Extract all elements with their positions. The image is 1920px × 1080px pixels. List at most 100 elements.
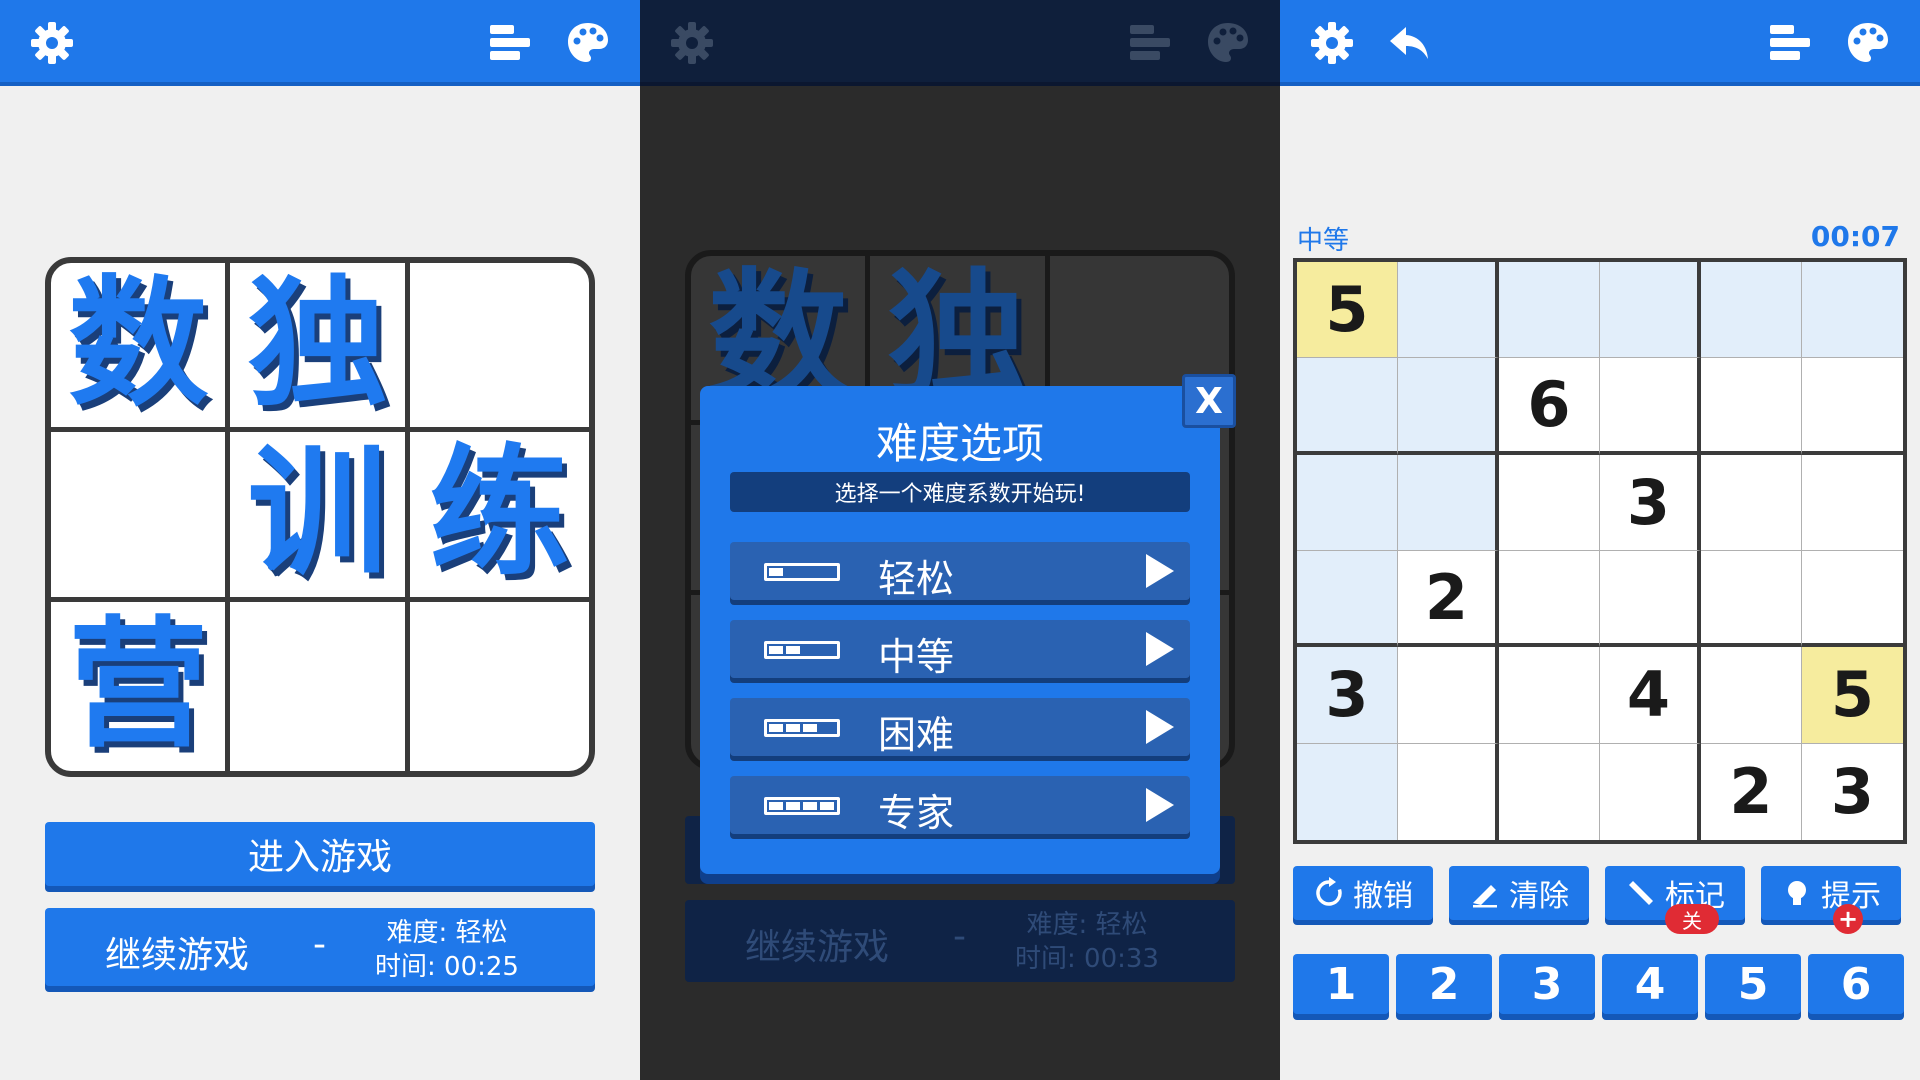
number-button-6[interactable]: 6 (1808, 954, 1904, 1014)
sudoku-cell[interactable] (1701, 358, 1802, 455)
continue-label: 继续游戏 (105, 935, 250, 976)
enter-game-button[interactable]: 进入游戏 (45, 822, 595, 886)
title-char: 数 (51, 263, 231, 433)
sudoku-cell[interactable]: 2 (1398, 551, 1499, 648)
sudoku-cell[interactable] (1802, 455, 1903, 551)
sudoku-cell[interactable] (1398, 358, 1499, 455)
difficulty-level-icon (764, 797, 840, 815)
difficulty-level-icon (764, 719, 840, 737)
sudoku-cell[interactable] (1297, 743, 1398, 840)
difficulty-option-medium[interactable]: 中等 (730, 620, 1190, 679)
number-button-5[interactable]: 5 (1705, 954, 1801, 1014)
sudoku-cell[interactable]: 2 (1701, 743, 1802, 840)
sudoku-cell[interactable] (1297, 551, 1398, 648)
difficulty-option-easy[interactable]: 轻松 (730, 542, 1190, 601)
undo-button[interactable]: 撤销 (1293, 866, 1433, 920)
continue-label: 继续游戏 (745, 927, 890, 968)
sudoku-cell[interactable] (1499, 262, 1600, 359)
sudoku-cell[interactable] (1398, 743, 1499, 840)
difficulty-option-hard[interactable]: 困难 (730, 698, 1190, 757)
number-button-2[interactable]: 2 (1396, 954, 1492, 1014)
sudoku-cell[interactable] (1600, 551, 1701, 648)
play-arrow-icon (1146, 632, 1174, 666)
sudoku-cell[interactable] (1701, 647, 1802, 744)
sudoku-cell[interactable] (1297, 454, 1398, 551)
sudoku-cell[interactable]: 5 (1802, 647, 1903, 744)
sudoku-cell[interactable] (1499, 551, 1600, 648)
refresh-icon (1316, 877, 1342, 906)
number-button-1[interactable]: 1 (1293, 954, 1389, 1014)
dialog-subtitle: 选择一个难度系数开始玩! (730, 472, 1190, 512)
play-arrow-icon (1146, 554, 1174, 588)
sudoku-cell[interactable] (1297, 358, 1398, 455)
sudoku-cell[interactable] (1499, 454, 1600, 551)
sudoku-cell[interactable]: 5 (1297, 262, 1398, 359)
time-text: 时间: 00:33 (1015, 944, 1159, 974)
sudoku-cell[interactable]: 3 (1600, 454, 1701, 551)
sudoku-cell[interactable] (1600, 743, 1701, 840)
continue-separator: - (953, 916, 966, 957)
hint-button[interactable]: 提示 + (1761, 866, 1901, 934)
erase-button[interactable]: 清除 (1449, 866, 1589, 920)
dialog-title: 难度选项 (875, 419, 1044, 468)
title-char: 训 (230, 432, 410, 602)
sudoku-cell[interactable] (1600, 358, 1701, 455)
title-char (230, 601, 410, 771)
sudoku-cell[interactable] (1701, 551, 1802, 648)
sudoku-cell[interactable]: 6 (1499, 358, 1600, 455)
home-screen: 数 独 训 练 营 进入游戏 继续游戏 - 难度: 轻松 时间: 00:25 (0, 0, 640, 1080)
sudoku-board: 563234523 (1293, 258, 1907, 844)
sudoku-cell[interactable] (1499, 743, 1600, 840)
title-char: 独 (230, 263, 410, 433)
sudoku-cell[interactable] (1802, 358, 1903, 455)
sudoku-cell[interactable]: 3 (1802, 744, 1903, 840)
sudoku-cell[interactable] (1802, 262, 1903, 359)
continue-game-button-dimmed: 继续游戏 - 难度: 轻松 时间: 00:33 (685, 900, 1235, 982)
sudoku-cell[interactable]: 3 (1297, 647, 1398, 744)
bar-chart-icon[interactable] (1764, 17, 1816, 69)
difficulty-text: 难度: 轻松 (1026, 910, 1148, 940)
difficulty-option-expert[interactable]: 专家 (730, 776, 1190, 835)
title-char: 营 (51, 601, 231, 771)
palette-icon[interactable] (1842, 17, 1894, 69)
palette-icon[interactable] (562, 17, 614, 69)
sudoku-cell[interactable] (1398, 647, 1499, 744)
lightbulb-icon (1788, 881, 1806, 905)
gear-icon[interactable] (26, 17, 78, 69)
sudoku-cell[interactable] (1802, 551, 1903, 648)
sudoku-cell[interactable]: 4 (1600, 647, 1701, 744)
eraser-icon (1473, 885, 1497, 908)
sudoku-cell[interactable] (1701, 262, 1802, 359)
title-char (51, 432, 231, 602)
notes-status-badge: 关 (1665, 904, 1719, 934)
play-arrow-icon (1146, 788, 1174, 822)
pencil-icon (1629, 881, 1653, 905)
continue-game-button[interactable]: 继续游戏 - 难度: 轻松 时间: 00:25 (45, 908, 595, 986)
difficulty-level-icon (764, 641, 840, 659)
game-timer: 00:07 (1810, 220, 1900, 253)
difficulty-option-label: 中等 (878, 635, 955, 679)
difficulty-screen: 数 独 训 练 营 继续游戏 - 难度: 轻松 时间: 00:33 难度选项 X… (640, 0, 1280, 1080)
game-screen: 中等 00:07 563234523 撤销 清除 标记 关 提示 + 1 2 3… (1280, 0, 1920, 1080)
difficulty-option-label: 轻松 (878, 557, 955, 601)
difficulty-text: 难度: 轻松 (386, 918, 508, 948)
top-bar (640, 0, 1280, 86)
palette-icon (1202, 17, 1254, 69)
undo-label: 撤销 (1353, 879, 1413, 914)
sudoku-cell[interactable] (1701, 454, 1802, 551)
sudoku-cell[interactable] (1600, 262, 1701, 359)
gear-icon[interactable] (1306, 17, 1358, 69)
title-char (409, 263, 589, 433)
sudoku-cell[interactable] (1499, 647, 1600, 744)
undo-arrow-icon[interactable] (1384, 17, 1436, 69)
erase-label: 清除 (1509, 879, 1569, 914)
close-button[interactable]: X (1182, 374, 1236, 428)
difficulty-dialog: 难度选项 X 选择一个难度系数开始玩! 轻松 中等 困难 专家 (700, 374, 1236, 874)
number-button-4[interactable]: 4 (1602, 954, 1698, 1014)
play-arrow-icon (1146, 710, 1174, 744)
bar-chart-icon[interactable] (484, 17, 536, 69)
sudoku-cell[interactable] (1398, 262, 1499, 359)
sudoku-cell[interactable] (1398, 454, 1499, 551)
notes-button[interactable]: 标记 关 (1605, 866, 1745, 934)
number-button-3[interactable]: 3 (1499, 954, 1595, 1014)
